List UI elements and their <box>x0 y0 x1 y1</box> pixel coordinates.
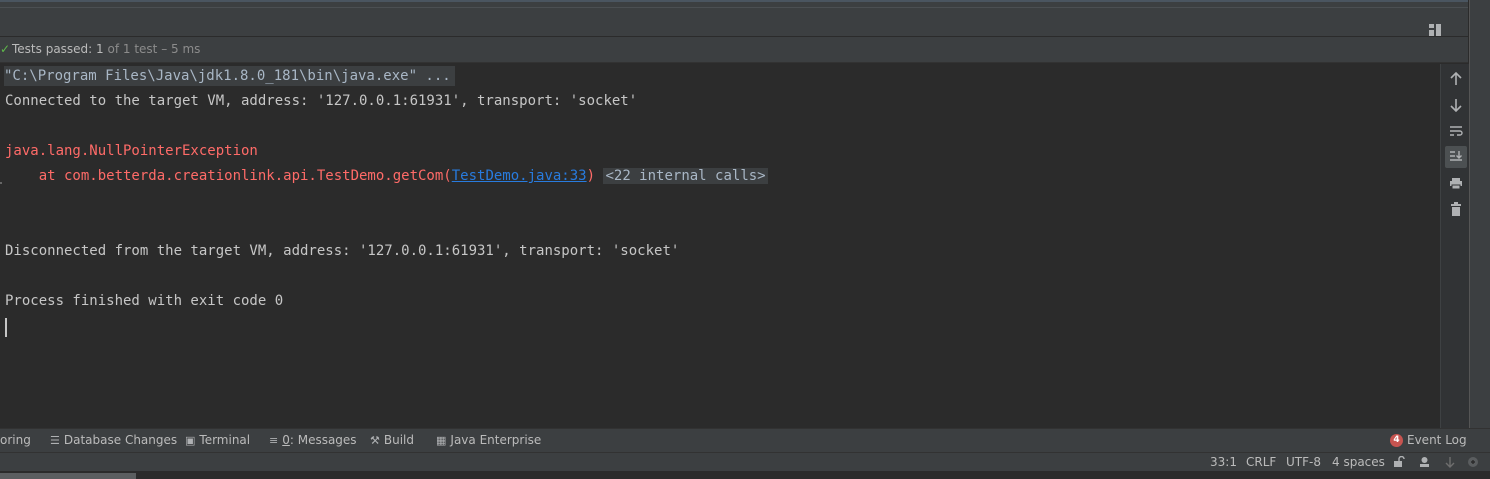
down-arrow-icon[interactable] <box>1445 94 1467 116</box>
tests-passed-count: 1 <box>96 42 104 56</box>
trash-icon[interactable] <box>1445 198 1467 220</box>
top-accent-line <box>0 0 1468 2</box>
tab-terminal[interactable]: ▣ Terminal <box>185 429 250 452</box>
tab-event-log[interactable]: 4 Event Log <box>1390 429 1467 452</box>
soft-wrap-icon[interactable] <box>1445 120 1467 142</box>
tab-build-label: Build <box>383 433 414 447</box>
process-finished-line: Process finished with exit code 0 <box>5 293 284 309</box>
scrollbar-thumb[interactable] <box>0 473 136 479</box>
status-bar: 33:1 CRLF UTF-8 4 spaces <box>0 452 1490 472</box>
lock-icon[interactable] <box>1393 453 1405 473</box>
tab-profiling[interactable]: oring <box>0 429 31 452</box>
tool-window-bar: oring ☰ Database Changes ▣ Terminal ≡ 0: Me… <box>0 428 1490 453</box>
hammer-icon: ⚒ <box>370 434 380 447</box>
tab-messages-text: : Messages <box>289 433 357 447</box>
tests-detail: of 1 test – 5 ms <box>107 42 201 56</box>
messages-icon: ≡ <box>269 434 279 447</box>
terminal-icon: ▣ <box>185 434 196 447</box>
console-output[interactable]: "C:\Program Files\Java\jdk1.8.0_181\bin\… <box>0 64 1440 428</box>
tab-terminal-label: Terminal <box>199 433 251 447</box>
top-border <box>0 0 1468 8</box>
caret-position[interactable]: 33:1 <box>1210 453 1237 471</box>
right-tool-strip <box>1468 0 1490 430</box>
indent-setting[interactable]: 4 spaces <box>1332 453 1385 471</box>
tab-messages-mnemonic: 0 <box>282 433 290 447</box>
horizontal-scrollbar[interactable] <box>0 471 1490 479</box>
tab-messages[interactable]: ≡ 0: Messages <box>269 429 357 452</box>
stack-prefix: at com.betterda.creationlink.api.TestDem… <box>5 168 452 184</box>
tab-profiling-label: oring <box>0 433 31 447</box>
tab-database-changes[interactable]: ☰ Database Changes <box>50 429 177 452</box>
tab-database-changes-label: Database Changes <box>63 433 178 447</box>
check-icon: ✓ <box>0 42 11 56</box>
test-status-bar: ✓ Tests passed: 1 of 1 test – 5 ms <box>0 37 1468 63</box>
file-encoding[interactable]: UTF-8 <box>1286 453 1321 471</box>
console-toolbar <box>1440 64 1469 428</box>
database-changes-icon: ☰ <box>50 434 60 447</box>
exception-line: java.lang.NullPointerException <box>5 143 258 159</box>
inspector-icon[interactable] <box>1418 453 1431 473</box>
tests-passed-text: Tests passed: <box>12 42 93 56</box>
text-caret <box>5 318 7 337</box>
up-arrow-icon[interactable] <box>1445 68 1467 90</box>
tab-messages-label: 0: Messages <box>282 429 356 452</box>
stack-suffix: ) <box>586 168 596 184</box>
command-line[interactable]: "C:\Program Files\Java\jdk1.8.0_181\bin\… <box>4 66 455 86</box>
source-link[interactable]: TestDemo.java:33 <box>452 168 587 184</box>
java-enterprise-icon: ▦ <box>436 434 447 447</box>
git-icon[interactable] <box>1444 453 1456 473</box>
tests-passed-label: Tests passed: 1 of 1 test – 5 ms <box>12 37 200 62</box>
tab-java-enterprise[interactable]: ▦ Java Enterprise <box>436 429 541 452</box>
disconnected-line: Disconnected from the target VM, address… <box>5 243 680 259</box>
tab-event-log-label: Event Log <box>1407 433 1467 447</box>
memory-indicator-icon[interactable] <box>1467 453 1479 473</box>
layout-settings-icon[interactable] <box>1428 22 1442 36</box>
scroll-to-end-icon[interactable] <box>1445 146 1467 168</box>
tab-java-enterprise-label: Java Enterprise <box>450 433 542 447</box>
stack-trace-line: at com.betterda.creationlink.api.TestDem… <box>5 166 768 186</box>
connected-line: Connected to the target VM, address: '12… <box>5 93 638 109</box>
run-toolbar <box>0 8 1468 36</box>
gutter-marker <box>0 182 2 184</box>
tab-build[interactable]: ⚒ Build <box>370 429 414 452</box>
event-log-badge: 4 <box>1390 434 1403 447</box>
internal-calls-fold[interactable]: <22 internal calls> <box>603 168 768 184</box>
line-separator[interactable]: CRLF <box>1246 453 1276 471</box>
strip-divider <box>1469 0 1470 430</box>
print-icon[interactable] <box>1445 172 1467 194</box>
